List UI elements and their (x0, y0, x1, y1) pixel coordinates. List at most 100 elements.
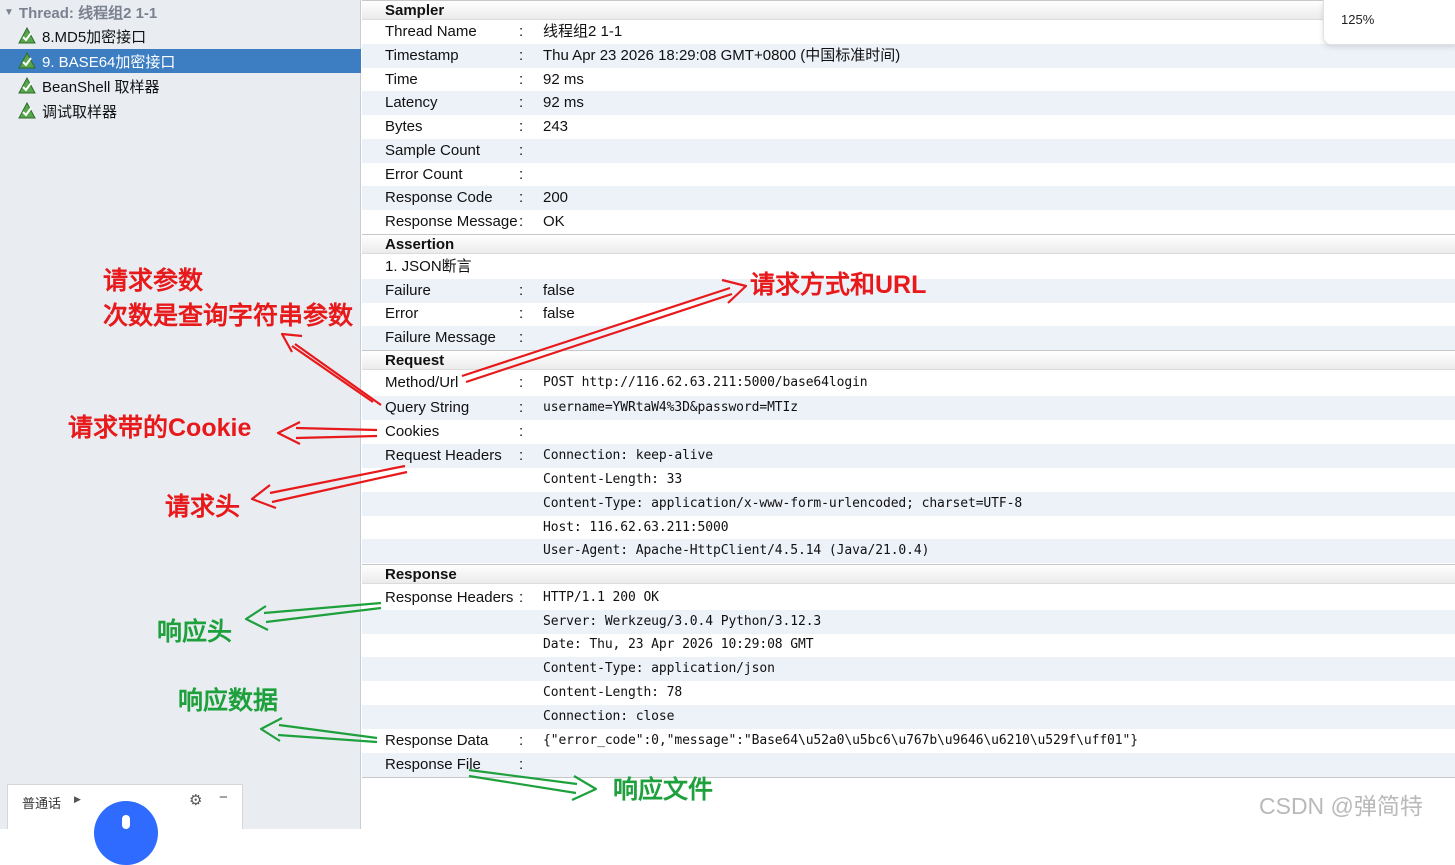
result-row: Content-Length: 78 (362, 681, 1455, 705)
assertion-name: 1. JSON断言 (385, 258, 472, 275)
row-colon: : (519, 142, 524, 159)
tree-root-thread[interactable]: ▼ Thread: 线程组2 1-1 (4, 0, 365, 24)
row-value: User-Agent: Apache-HttpClient/4.5.14 (Ja… (543, 543, 930, 558)
minimize-icon[interactable]: − (219, 789, 228, 806)
row-value: HTTP/1.1 200 OK (543, 590, 659, 605)
row-colon: : (519, 447, 524, 464)
row-key: Response Code (385, 189, 493, 206)
annotation-request-header: 请求头 (165, 493, 241, 521)
tree-item-label: 8.MD5加密接口 (42, 28, 147, 46)
annotation-response-file: 响应文件 (613, 776, 714, 804)
row-colon: : (519, 213, 524, 230)
row-value: Content-Type: application/json (543, 661, 775, 676)
annotation-params-title: 请求参数 (103, 267, 204, 295)
row-colon: : (519, 118, 524, 135)
row-value: Host: 116.62.63.211:5000 (543, 520, 729, 535)
row-colon: : (519, 589, 524, 606)
row-key: Bytes (385, 118, 423, 135)
annotation-method-url: 请求方式和URL (750, 271, 927, 299)
row-key: Error Count (385, 166, 463, 183)
sampler-success-icon (18, 52, 36, 69)
result-row: Thread Name: 线程组2 1-1 (362, 20, 1455, 44)
row-value: OK (543, 213, 565, 230)
ime-voice-widget[interactable]: 普通话 ▶ ⚙ − (7, 784, 243, 865)
result-row: Error Count: (362, 163, 1455, 187)
microphone-icon[interactable] (94, 801, 158, 865)
tree-item-md5[interactable]: 8.MD5加密接口 (0, 24, 361, 48)
section-header-request: Request (362, 350, 1455, 370)
row-key: Cookies (385, 423, 440, 440)
row-value: 200 (543, 189, 569, 206)
row-value: Server: Werkzeug/3.0.4 Python/3.12.3 (543, 614, 822, 629)
row-key: Sample Count (385, 142, 481, 159)
row-key: Thread Name (385, 23, 477, 40)
row-colon: : (519, 189, 524, 206)
tree-item-label: 调试取样器 (42, 103, 118, 121)
row-value: Content-Length: 78 (543, 685, 683, 700)
tree-item-label: 9. BASE64加密接口 (42, 53, 176, 71)
result-row: Query String: username=YWRtaW4%3D&passwor… (362, 396, 1455, 420)
watermark: CSDN @弹简特 (1259, 793, 1423, 819)
result-row: Response Data: {"error_code":0,"message":… (362, 729, 1455, 753)
annotation-cookie: 请求带的Cookie (68, 414, 252, 442)
result-row: Sample Count: (362, 139, 1455, 163)
row-value: Connection: keep-alive (543, 448, 713, 463)
result-row: Content-Length: 33 (362, 468, 1455, 492)
result-row: Server: Werkzeug/3.0.4 Python/3.12.3 (362, 610, 1455, 634)
row-colon: : (519, 756, 524, 773)
row-colon: : (519, 329, 524, 346)
row-colon: : (519, 305, 524, 322)
row-value: Content-Length: 33 (543, 472, 683, 487)
row-value: 243 (543, 118, 569, 135)
row-value: {"error_code":0,"message":"Base64\u52a0\… (543, 733, 1138, 748)
result-row: Error: false (362, 302, 1455, 326)
row-value: Date: Thu, 23 Apr 2026 10:29:08 GMT (543, 637, 814, 652)
row-key: Timestamp (385, 47, 459, 64)
row-colon: : (519, 282, 524, 299)
result-row: Response Code: 200 (362, 186, 1455, 210)
row-value: Connection: close (543, 709, 675, 724)
row-value: false (543, 282, 575, 299)
row-colon: : (519, 374, 524, 391)
annotation-params-note: 次数是查询字符串参数 (103, 302, 354, 330)
panel-divider (362, 777, 1455, 778)
result-row: Response Headers: HTTP/1.1 200 OK (362, 586, 1455, 610)
result-row: Timestamp: Thu Apr 23 2026 18:29:08 GMT+0… (362, 44, 1455, 68)
result-row: Date: Thu, 23 Apr 2026 10:29:08 GMT (362, 633, 1455, 657)
row-key: Failure Message (385, 329, 496, 346)
result-row: Failure Message: (362, 326, 1455, 350)
row-value: false (543, 305, 575, 322)
row-key: Response Data (385, 732, 489, 749)
row-key: Time (385, 71, 418, 88)
tree-item-beanshell[interactable]: BeanShell 取样器 (0, 74, 361, 98)
result-row: Content-Type: application/x-www-form-url… (362, 492, 1455, 516)
row-key: Latency (385, 94, 438, 111)
row-colon: : (519, 732, 524, 749)
caret-right-icon[interactable]: ▶ (74, 794, 81, 805)
row-value: 线程组2 1-1 (543, 23, 623, 40)
annotation-response-data: 响应数据 (178, 687, 279, 715)
sampler-success-icon (18, 77, 36, 94)
row-value: username=YWRtaW4%3D&password=MTIz (543, 400, 798, 415)
result-row: Content-Type: application/json (362, 657, 1455, 681)
result-row: Host: 116.62.63.211:5000 (362, 516, 1455, 540)
row-colon: : (519, 23, 524, 40)
row-key: Response Headers (385, 589, 514, 606)
sampler-success-icon (18, 27, 36, 44)
collapse-arrow-icon[interactable]: ▼ (4, 7, 14, 18)
tree-item-debug-sampler[interactable]: 调试取样器 (0, 99, 361, 123)
row-key: Method/Url (385, 374, 459, 391)
result-row: Request Headers: Connection: keep-alive (362, 444, 1455, 468)
row-value: 92 ms (543, 71, 584, 88)
result-row: User-Agent: Apache-HttpClient/4.5.14 (Ja… (362, 539, 1455, 563)
tree-root-label: Thread: 线程组2 1-1 (18, 4, 158, 22)
result-row: Response Message: OK (362, 210, 1455, 234)
zoom-popup[interactable]: 125% (1323, 0, 1455, 45)
row-key: Error (385, 305, 419, 322)
row-colon: : (519, 423, 524, 440)
section-header-response: Response (362, 564, 1455, 584)
settings-icon[interactable]: ⚙ (189, 791, 202, 809)
tree-item-base64[interactable]: 9. BASE64加密接口 (0, 49, 361, 73)
ime-language-label[interactable]: 普通话 (22, 793, 61, 812)
row-key: Response Message (385, 213, 518, 230)
